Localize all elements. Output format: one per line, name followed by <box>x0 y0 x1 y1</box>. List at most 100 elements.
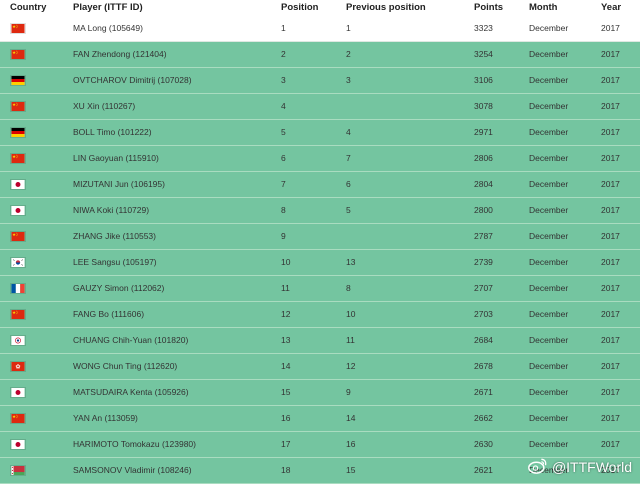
month-cell: December <box>529 387 569 397</box>
year-cell: 2017 <box>601 257 620 267</box>
player-name: SAMSONOV Vladimir (108246) <box>73 465 192 475</box>
month-cell: December <box>529 127 569 137</box>
table-row[interactable]: CHUANG Chih-Yuan (101820) 13 11 2684 Decembe… <box>0 328 640 354</box>
table-row[interactable]: BOLL Timo (101222) 5 4 2971 December 2017 <box>0 120 640 146</box>
header-points[interactable]: Points <box>474 2 503 13</box>
header-previous-position[interactable]: Previous position <box>346 2 426 13</box>
table-row[interactable]: LIN Gaoyuan (115910) 6 7 2806 December 2017 <box>0 146 640 172</box>
table-row[interactable]: MATSUDAIRA Kenta (105926) 15 9 2671 December… <box>0 380 640 406</box>
month-cell: December <box>529 335 569 345</box>
points-cell: 2787 <box>474 231 493 241</box>
table-row[interactable]: WONG Chun Ting (112620) 14 12 2678 December 2… <box>0 354 640 380</box>
player-name: LEE Sangsu (105197) <box>73 257 157 267</box>
table-row[interactable]: NIWA Koki (110729) 8 5 2800 December 2017 <box>0 198 640 224</box>
previous-position-cell: 10 <box>346 309 356 319</box>
points-cell: 2630 <box>474 439 493 449</box>
points-cell: 2621 <box>474 465 493 475</box>
year-cell: 2017 <box>601 127 620 137</box>
flag-china-icon <box>10 101 26 112</box>
position-cell: 14 <box>281 361 291 371</box>
month-cell: December <box>529 309 569 319</box>
header-country[interactable]: Country <box>10 2 46 13</box>
month-cell: December <box>529 23 569 33</box>
previous-position-cell: 7 <box>346 153 351 163</box>
flag-japan-icon <box>10 439 26 450</box>
points-cell: 2739 <box>474 257 493 267</box>
points-cell: 2806 <box>474 153 493 163</box>
header-month[interactable]: Month <box>529 2 558 13</box>
player-name: GAUZY Simon (112062) <box>73 283 165 293</box>
year-cell: 2017 <box>601 439 620 449</box>
flag-china-icon <box>10 23 26 34</box>
year-cell: 2017 <box>601 413 620 423</box>
header-player[interactable]: Player (ITTF ID) <box>73 2 143 13</box>
position-cell: 15 <box>281 387 291 397</box>
position-cell: 6 <box>281 153 286 163</box>
flag-china-icon <box>10 49 26 60</box>
month-cell: December <box>529 75 569 85</box>
year-cell: 2017 <box>601 309 620 319</box>
player-name: MA Long (105649) <box>73 23 143 33</box>
month-cell: December <box>529 231 569 241</box>
month-cell: December <box>529 413 569 423</box>
previous-position-cell: 11 <box>346 335 355 345</box>
table-row[interactable]: MIZUTANI Jun (106195) 7 6 2804 December 2017 <box>0 172 640 198</box>
year-cell: 2017 <box>601 283 620 293</box>
table-row[interactable]: HARIMOTO Tomokazu (123980) 17 16 2630 Decemb… <box>0 432 640 458</box>
player-name: XU Xin (110267) <box>73 101 136 111</box>
points-cell: 2703 <box>474 309 493 319</box>
table-row[interactable]: ZHANG Jike (110553) 9 2787 December 2017 <box>0 224 640 250</box>
year-cell: 2017 <box>601 335 620 345</box>
previous-position-cell: 8 <box>346 283 351 293</box>
player-name: WONG Chun Ting (112620) <box>73 361 178 371</box>
flag-belarus-icon <box>10 465 26 476</box>
position-cell: 5 <box>281 127 286 137</box>
player-name: CHUANG Chih-Yuan (101820) <box>73 335 189 345</box>
position-cell: 8 <box>281 205 286 215</box>
position-cell: 17 <box>281 439 291 449</box>
watermark: @ITTFWorld <box>528 458 632 475</box>
month-cell: December <box>529 439 569 449</box>
header-position[interactable]: Position <box>281 2 318 13</box>
points-cell: 2800 <box>474 205 493 215</box>
table-row[interactable]: GAUZY Simon (112062) 11 8 2707 December 2017 <box>0 276 640 302</box>
position-cell: 3 <box>281 75 286 85</box>
points-cell: 3106 <box>474 75 493 85</box>
player-name: LIN Gaoyuan (115910) <box>73 153 159 163</box>
flag-china-icon <box>10 309 26 320</box>
table-row[interactable]: FANG Bo (111606) 12 10 2703 December 2017 <box>0 302 640 328</box>
year-cell: 2017 <box>601 205 620 215</box>
table-row[interactable]: FAN Zhendong (121404) 2 2 3254 December 2017 <box>0 42 640 68</box>
points-cell: 2707 <box>474 283 493 293</box>
year-cell: 2017 <box>601 179 620 189</box>
flag-hong-kong-icon <box>10 361 26 372</box>
points-cell: 2684 <box>474 335 493 345</box>
position-cell: 11 <box>281 283 290 293</box>
table-row[interactable]: LEE Sangsu (105197) 10 13 2739 December 2017 <box>0 250 640 276</box>
month-cell: December <box>529 101 569 111</box>
table-header: Country Player (ITTF ID) Position Previo… <box>0 0 640 16</box>
flag-china-icon <box>10 231 26 242</box>
year-cell: 2017 <box>601 75 620 85</box>
table-row[interactable]: MA Long (105649) 1 1 3323 December 2017 <box>0 16 640 42</box>
year-cell: 2017 <box>601 361 620 371</box>
points-cell: 2662 <box>474 413 493 423</box>
flag-japan-icon <box>10 387 26 398</box>
year-cell: 2017 <box>601 387 620 397</box>
player-name: BOLL Timo (101222) <box>73 127 152 137</box>
table-row[interactable]: OVTCHAROV Dimitrij (107028) 3 3 3106 Decembe… <box>0 68 640 94</box>
flag-china-icon <box>10 153 26 164</box>
month-cell: December <box>529 179 569 189</box>
header-year[interactable]: Year <box>601 2 621 13</box>
month-cell: December <box>529 361 569 371</box>
previous-position-cell: 6 <box>346 179 351 189</box>
watermark-text: @ITTFWorld <box>551 459 632 475</box>
previous-position-cell: 1 <box>346 23 351 33</box>
position-cell: 4 <box>281 101 286 111</box>
month-cell: December <box>529 205 569 215</box>
table-row[interactable]: XU Xin (110267) 4 3078 December 2017 <box>0 94 640 120</box>
previous-position-cell: 5 <box>346 205 351 215</box>
year-cell: 2017 <box>601 23 620 33</box>
table-row[interactable]: YAN An (113059) 16 14 2662 December 2017 <box>0 406 640 432</box>
player-name: MATSUDAIRA Kenta (105926) <box>73 387 189 397</box>
